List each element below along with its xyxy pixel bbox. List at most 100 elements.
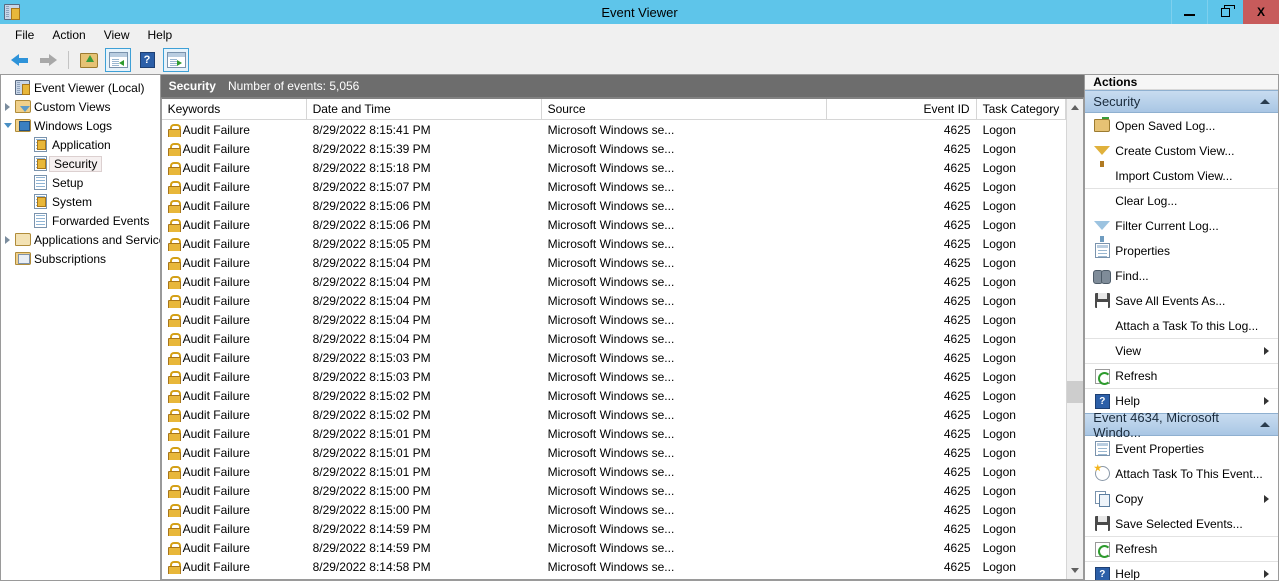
action-attach-a-task-to-this-log[interactable]: Attach a Task To this Log... <box>1085 313 1278 338</box>
action-create-custom-view[interactable]: Create Custom View... <box>1085 138 1278 167</box>
tree-item-application[interactable]: Application <box>1 135 160 154</box>
tree-item-forwarded-events[interactable]: Forwarded Events <box>1 211 160 230</box>
vertical-scrollbar[interactable] <box>1066 99 1084 579</box>
cell-keywords: Audit Failure <box>162 446 307 460</box>
cell-keywords: Audit Failure <box>162 541 307 555</box>
actions-section-header[interactable]: Event 4634, Microsoft Windo... <box>1085 410 1278 440</box>
cell-source: Microsoft Windows se... <box>547 198 675 213</box>
help-button[interactable]: ? <box>134 48 160 72</box>
tree-item-windows-logs[interactable]: Windows Logs <box>1 116 160 135</box>
action-save-selected-events[interactable]: Save Selected Events... <box>1085 511 1278 536</box>
forward-button[interactable] <box>35 48 61 72</box>
twisty-7[interactable] <box>1 235 14 244</box>
table-row[interactable]: Audit Failure 8/29/2022 8:15:04 PM Micro… <box>162 253 1067 272</box>
cell-task-category: Logon <box>982 388 1016 403</box>
tree-item-custom-views[interactable]: Custom Views <box>1 97 160 116</box>
scroll-up-button[interactable] <box>1066 99 1084 116</box>
action-properties[interactable]: Properties <box>1085 238 1278 263</box>
action-copy[interactable]: Copy <box>1085 486 1278 511</box>
cell-date-and-time: 8/29/2022 8:15:00 PM <box>312 483 431 498</box>
table-row[interactable]: Audit Failure 8/29/2022 8:15:18 PM Micro… <box>162 158 1067 177</box>
column-header-keywords[interactable]: Keywords <box>162 99 307 119</box>
show-hide-action-pane-button[interactable] <box>163 48 189 72</box>
column-header-event-id[interactable]: Event ID <box>827 99 977 119</box>
action-clear-log[interactable]: Clear Log... <box>1085 188 1278 213</box>
table-row[interactable]: Audit Failure 8/29/2022 8:15:01 PM Micro… <box>162 443 1067 462</box>
table-row[interactable]: Audit Failure 8/29/2022 8:15:06 PM Micro… <box>162 215 1067 234</box>
table-row[interactable]: Audit Failure 8/29/2022 8:15:39 PM Micro… <box>162 139 1067 158</box>
menu-view[interactable]: View <box>95 26 139 44</box>
tree-item-system[interactable]: System <box>1 192 160 211</box>
table-row[interactable]: Audit Failure 8/29/2022 8:15:04 PM Micro… <box>162 329 1067 348</box>
show-hide-console-tree-button[interactable] <box>105 48 131 72</box>
action-import-custom-view[interactable]: Import Custom View... <box>1085 163 1278 188</box>
action-save-all-events-as[interactable]: Save All Events As... <box>1085 288 1278 313</box>
table-row[interactable]: Audit Failure 8/29/2022 8:15:01 PM Micro… <box>162 424 1067 443</box>
cell-event-id: 4625 <box>943 369 971 384</box>
action-refresh[interactable]: Refresh <box>1085 536 1278 561</box>
table-row[interactable]: Audit Failure 8/29/2022 8:15:05 PM Micro… <box>162 234 1067 253</box>
twisty-1[interactable] <box>1 123 14 128</box>
actions-section-header[interactable]: Security <box>1085 90 1278 113</box>
action-find[interactable]: Find... <box>1085 263 1278 288</box>
table-row[interactable]: Audit Failure 8/29/2022 8:15:06 PM Micro… <box>162 196 1067 215</box>
collapse-caret-icon[interactable] <box>1260 422 1270 427</box>
tree-item-setup[interactable]: Setup <box>1 173 160 192</box>
scrollbar-thumb[interactable] <box>1066 381 1084 403</box>
back-button[interactable] <box>6 48 32 72</box>
action-view[interactable]: View <box>1085 338 1278 363</box>
table-row[interactable]: Audit Failure 8/29/2022 8:15:03 PM Micro… <box>162 367 1067 386</box>
collapse-caret-icon[interactable] <box>1260 99 1270 104</box>
cell-event-id: 4625 <box>943 540 971 555</box>
column-header-task-category[interactable]: Task Category <box>977 99 1067 119</box>
tree-item-security[interactable]: Security <box>1 154 160 173</box>
table-row[interactable]: Audit Failure 8/29/2022 8:14:58 PM Micro… <box>162 557 1067 576</box>
cell-task-category: Logon <box>982 312 1016 327</box>
table-row[interactable]: Audit Failure 8/29/2022 8:15:03 PM Micro… <box>162 348 1067 367</box>
cell-task-category: Logon <box>982 236 1016 251</box>
action-open-saved-log[interactable]: Open Saved Log... <box>1085 113 1278 138</box>
table-row[interactable]: Audit Failure 8/29/2022 8:15:00 PM Micro… <box>162 500 1067 519</box>
tree-item-applications-and-services-lo[interactable]: Applications and Services Lo <box>1 230 160 249</box>
column-header-source[interactable]: Source <box>542 99 827 119</box>
audit-failure-lock-icon <box>167 294 181 308</box>
table-row[interactable]: Audit Failure 8/29/2022 8:15:04 PM Micro… <box>162 272 1067 291</box>
table-row[interactable]: Audit Failure 8/29/2022 8:15:02 PM Micro… <box>162 405 1067 424</box>
menu-action[interactable]: Action <box>43 26 94 44</box>
menu-help[interactable]: Help <box>139 26 182 44</box>
tree-item-subscriptions[interactable]: Subscriptions <box>1 249 160 268</box>
minimize-button[interactable] <box>1171 0 1207 24</box>
cell-keywords: Audit Failure <box>162 218 307 232</box>
up-one-level-button[interactable] <box>76 48 102 72</box>
table-row[interactable]: Audit Failure 8/29/2022 8:15:41 PM Micro… <box>162 120 1067 139</box>
action-event-properties[interactable]: Event Properties <box>1085 436 1278 461</box>
table-row[interactable]: Audit Failure 8/29/2022 8:15:07 PM Micro… <box>162 177 1067 196</box>
table-row[interactable]: Audit Failure 8/29/2022 8:15:02 PM Micro… <box>162 386 1067 405</box>
menu-file[interactable]: File <box>6 26 43 44</box>
console-tree[interactable]: Event Viewer (Local) Custom Views Window… <box>0 74 161 581</box>
action-filter-current-log[interactable]: Filter Current Log... <box>1085 213 1278 242</box>
column-header-date-and-time[interactable]: Date and Time <box>307 99 542 119</box>
table-row[interactable]: Audit Failure 8/29/2022 8:14:59 PM Micro… <box>162 519 1067 538</box>
cell-date-and-time: 8/29/2022 8:15:04 PM <box>312 274 431 289</box>
twisty-0[interactable] <box>1 102 14 111</box>
cell-date-and-time: 8/29/2022 8:15:04 PM <box>312 293 431 308</box>
table-row[interactable]: Audit Failure 8/29/2022 8:15:04 PM Micro… <box>162 291 1067 310</box>
action-refresh[interactable]: Refresh <box>1085 363 1278 388</box>
close-button[interactable]: X <box>1243 0 1279 24</box>
maximize-button[interactable] <box>1207 0 1243 24</box>
action-help[interactable]: ? Help <box>1085 388 1278 413</box>
table-row[interactable]: Audit Failure 8/29/2022 8:15:04 PM Micro… <box>162 310 1067 329</box>
cell-keywords: Audit Failure <box>162 256 307 270</box>
tree-root-event-viewer[interactable]: Event Viewer (Local) <box>1 78 160 97</box>
table-row[interactable]: Audit Failure 8/29/2022 8:15:00 PM Micro… <box>162 481 1067 500</box>
chevron-down-icon <box>1071 568 1080 573</box>
table-row[interactable]: Audit Failure 8/29/2022 8:14:59 PM Micro… <box>162 538 1067 557</box>
scrollbar-track[interactable] <box>1066 116 1084 562</box>
action-attach-task-to-this-event[interactable]: Attach Task To This Event... <box>1085 461 1278 486</box>
action-help[interactable]: ? Help <box>1085 561 1278 580</box>
table-row[interactable]: Audit Failure 8/29/2022 8:15:01 PM Micro… <box>162 462 1067 481</box>
cell-keywords: Audit Failure <box>162 275 307 289</box>
scroll-down-button[interactable] <box>1066 562 1084 579</box>
chevron-up-icon <box>1071 105 1080 110</box>
